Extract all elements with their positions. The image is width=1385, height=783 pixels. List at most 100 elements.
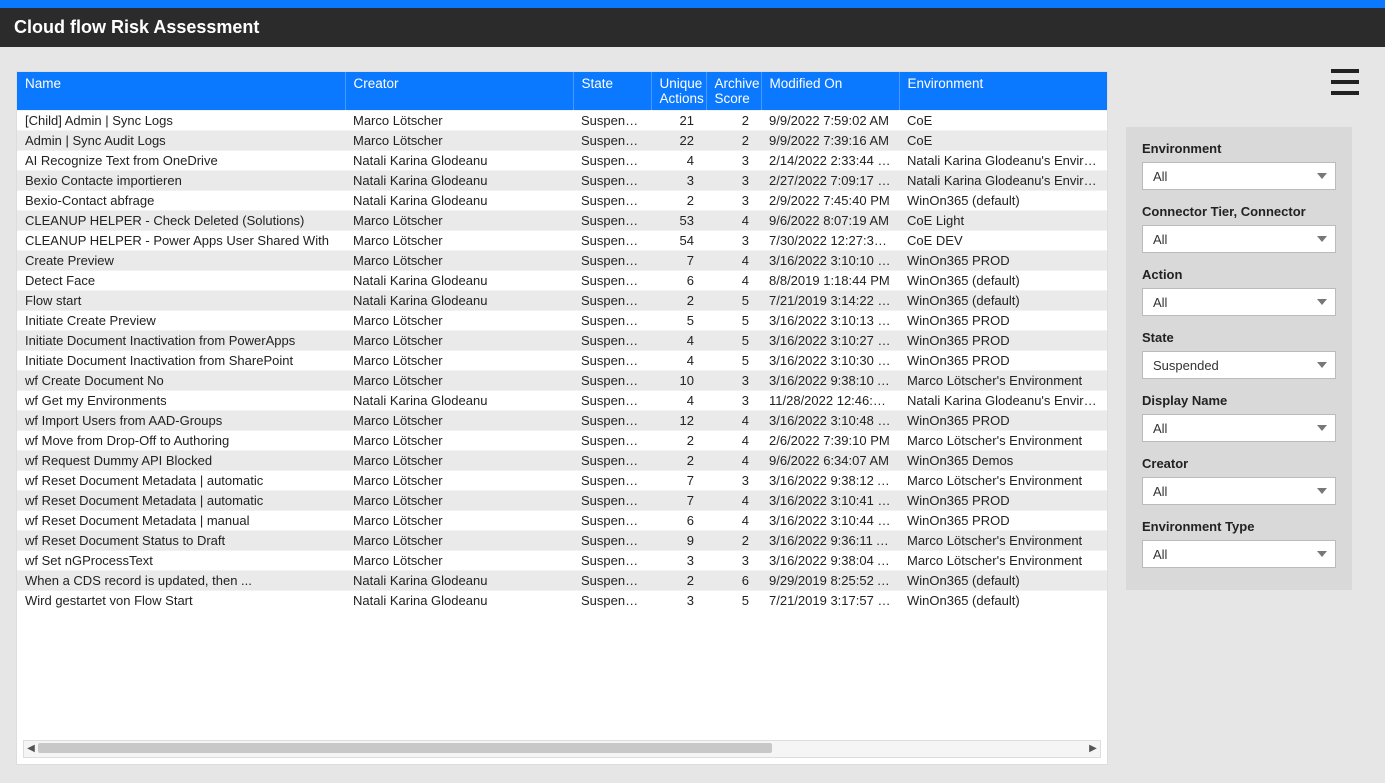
cell-score: 2 (706, 110, 761, 130)
cell-env: WinOn365 (default) (899, 270, 1107, 290)
cell-score: 4 (706, 410, 761, 430)
filter-environment-select[interactable]: All (1142, 162, 1336, 190)
table-row[interactable]: Bexio Contacte importierenNatali Karina … (17, 170, 1107, 190)
table-row[interactable]: CLEANUP HELPER - Power Apps User Shared … (17, 230, 1107, 250)
cell-actions: 2 (651, 290, 706, 310)
table-row[interactable]: CLEANUP HELPER - Check Deleted (Solution… (17, 210, 1107, 230)
cell-score: 4 (706, 270, 761, 290)
table-row[interactable]: wf Create Document NoMarco LötscherSuspe… (17, 370, 1107, 390)
table-row[interactable]: Initiate Create PreviewMarco LötscherSus… (17, 310, 1107, 330)
cell-state: Suspended (573, 530, 651, 550)
cell-creator: Natali Karina Glodeanu (345, 390, 573, 410)
cell-actions: 3 (651, 170, 706, 190)
table-row[interactable]: Wird gestartet von Flow StartNatali Kari… (17, 590, 1107, 610)
filter-state-select[interactable]: Suspended (1142, 351, 1336, 379)
scroll-thumb[interactable] (38, 743, 772, 753)
horizontal-scrollbar[interactable]: ◀ ▶ (23, 740, 1101, 758)
cell-state: Suspended (573, 250, 651, 270)
cell-state: Suspended (573, 290, 651, 310)
filter-env-type: Environment Type All (1142, 519, 1336, 568)
cell-actions: 2 (651, 450, 706, 470)
content-area: Name Creator State Unique Actions Archiv… (0, 47, 1385, 777)
filter-display-name-select[interactable]: All (1142, 414, 1336, 442)
cell-actions: 4 (651, 330, 706, 350)
cell-state: Suspended (573, 110, 651, 130)
filter-creator-select[interactable]: All (1142, 477, 1336, 505)
cell-score: 4 (706, 490, 761, 510)
page-title: Cloud flow Risk Assessment (14, 17, 259, 37)
cell-creator: Natali Karina Glodeanu (345, 590, 573, 610)
table-row[interactable]: wf Reset Document Metadata | automaticMa… (17, 470, 1107, 490)
table-row[interactable]: wf Reset Document Status to DraftMarco L… (17, 530, 1107, 550)
cell-name: wf Import Users from AAD-Groups (17, 410, 345, 430)
cell-state: Suspended (573, 490, 651, 510)
table-row[interactable]: Create PreviewMarco LötscherSuspended743… (17, 250, 1107, 270)
cell-state: Suspended (573, 510, 651, 530)
cell-modified: 9/29/2019 8:25:52 AM (761, 570, 899, 590)
cell-state: Suspended (573, 230, 651, 250)
col-header-modified[interactable]: Modified On (761, 72, 899, 110)
cell-modified: 3/16/2022 3:10:27 PM (761, 330, 899, 350)
col-header-score[interactable]: Archive Score (706, 72, 761, 110)
table-row[interactable]: wf Get my EnvironmentsNatali Karina Glod… (17, 390, 1107, 410)
cell-actions: 22 (651, 130, 706, 150)
cell-creator: Marco Lötscher (345, 130, 573, 150)
table-row[interactable]: Bexio-Contact abfrageNatali Karina Glode… (17, 190, 1107, 210)
col-header-creator[interactable]: Creator (345, 72, 573, 110)
cell-actions: 10 (651, 370, 706, 390)
cell-state: Suspended (573, 590, 651, 610)
filter-environment: Environment All (1142, 141, 1336, 190)
table-row[interactable]: When a CDS record is updated, then ...Na… (17, 570, 1107, 590)
cell-env: WinOn365 (default) (899, 290, 1107, 310)
table-row[interactable]: wf Reset Document Metadata | automaticMa… (17, 490, 1107, 510)
cell-state: Suspended (573, 150, 651, 170)
right-area: Environment All Connector Tier, Connecto… (1126, 71, 1373, 765)
scroll-left-icon[interactable]: ◀ (24, 744, 38, 754)
cell-score: 4 (706, 510, 761, 530)
table-row[interactable]: Flow startNatali Karina GlodeanuSuspende… (17, 290, 1107, 310)
table-row[interactable]: Initiate Document Inactivation from Powe… (17, 330, 1107, 350)
cell-modified: 9/6/2022 6:34:07 AM (761, 450, 899, 470)
filter-value: All (1153, 232, 1167, 247)
table-row[interactable]: wf Reset Document Metadata | manualMarco… (17, 510, 1107, 530)
cell-name: Bexio Contacte importieren (17, 170, 345, 190)
cell-score: 3 (706, 390, 761, 410)
table-row[interactable]: wf Set nGProcessTextMarco LötscherSuspen… (17, 550, 1107, 570)
filter-action-select[interactable]: All (1142, 288, 1336, 316)
cell-actions: 7 (651, 470, 706, 490)
table-row[interactable]: Admin | Sync Audit LogsMarco LötscherSus… (17, 130, 1107, 150)
cell-state: Suspended (573, 410, 651, 430)
cell-env: CoE DEV (899, 230, 1107, 250)
table-row[interactable]: Detect FaceNatali Karina GlodeanuSuspend… (17, 270, 1107, 290)
cell-modified: 9/9/2022 7:59:02 AM (761, 110, 899, 130)
cell-actions: 4 (651, 150, 706, 170)
table-row[interactable]: Initiate Document Inactivation from Shar… (17, 350, 1107, 370)
table-row[interactable]: wf Move from Drop-Off to AuthoringMarco … (17, 430, 1107, 450)
cell-env: WinOn365 (default) (899, 570, 1107, 590)
cell-name: Initiate Create Preview (17, 310, 345, 330)
cell-env: WinOn365 PROD (899, 510, 1107, 530)
cell-env: WinOn365 PROD (899, 410, 1107, 430)
col-header-name[interactable]: Name (17, 72, 345, 110)
filter-env-type-select[interactable]: All (1142, 540, 1336, 568)
cell-env: Natali Karina Glodeanu's Environment (899, 150, 1107, 170)
filter-connector-select[interactable]: All (1142, 225, 1336, 253)
col-header-env[interactable]: Environment (899, 72, 1107, 110)
col-header-state[interactable]: State (573, 72, 651, 110)
cell-name: Initiate Document Inactivation from Shar… (17, 350, 345, 370)
filter-connector: Connector Tier, Connector All (1142, 204, 1336, 253)
cell-actions: 7 (651, 490, 706, 510)
table-row[interactable]: wf Request Dummy API BlockedMarco Lötsch… (17, 450, 1107, 470)
hamburger-icon[interactable] (1331, 69, 1359, 95)
cell-env: Marco Lötscher's Environment (899, 470, 1107, 490)
scroll-track[interactable] (38, 741, 1086, 757)
cell-name: wf Request Dummy API Blocked (17, 450, 345, 470)
col-header-actions[interactable]: Unique Actions (651, 72, 706, 110)
chevron-down-icon (1317, 425, 1327, 431)
cell-modified: 8/8/2019 1:18:44 PM (761, 270, 899, 290)
scroll-right-icon[interactable]: ▶ (1086, 744, 1100, 754)
table-row[interactable]: [Child] Admin | Sync LogsMarco LötscherS… (17, 110, 1107, 130)
cell-name: wf Reset Document Metadata | automatic (17, 490, 345, 510)
table-row[interactable]: AI Recognize Text from OneDriveNatali Ka… (17, 150, 1107, 170)
table-row[interactable]: wf Import Users from AAD-GroupsMarco Löt… (17, 410, 1107, 430)
